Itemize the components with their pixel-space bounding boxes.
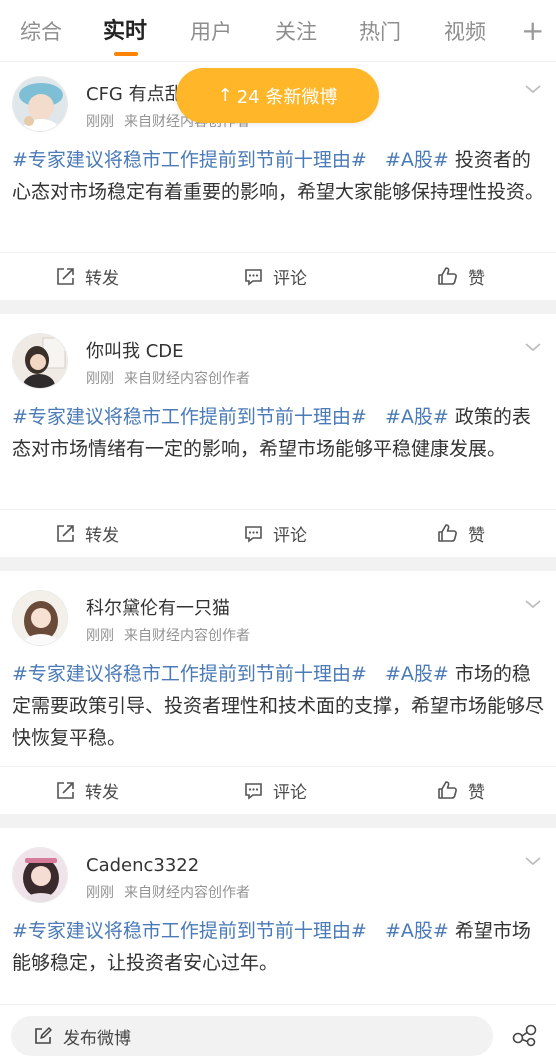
repost-button[interactable]: 转发: [56, 510, 119, 556]
repost-button[interactable]: 转发: [56, 767, 119, 813]
post-actions: 转发 评论 赞: [0, 766, 556, 812]
topic-link[interactable]: #A股#: [385, 406, 449, 428]
post-actions: 转发 评论 赞: [0, 252, 556, 298]
chevron-down-icon[interactable]: [524, 338, 542, 356]
post-time: 刚刚: [86, 885, 114, 901]
tab-hot[interactable]: 热门: [359, 18, 401, 46]
post-content: #专家建议将稳市工作提前到节前十理由# #A股# 投资者的心态对市场稳定有着重要…: [12, 144, 546, 208]
post-source: 来自财经内容创作者: [124, 628, 250, 644]
like-icon: [438, 781, 457, 799]
username[interactable]: Cadenc3322: [86, 854, 199, 878]
post-source: 来自财经内容创作者: [124, 885, 250, 901]
comment-icon: [245, 782, 262, 800]
chevron-down-icon[interactable]: [524, 595, 542, 613]
tab-realtime[interactable]: 实时: [103, 18, 147, 46]
post-time: 刚刚: [86, 371, 114, 387]
avatar[interactable]: [12, 590, 68, 646]
post-source: 来自财经内容创作者: [124, 371, 250, 387]
comment-icon: [245, 268, 262, 286]
topic-link[interactable]: #A股#: [385, 149, 449, 171]
post-time: 刚刚: [86, 628, 114, 644]
topic-link[interactable]: #专家建议将稳市工作提前到节前十理由#: [12, 406, 367, 428]
divider: [0, 557, 556, 571]
topic-link[interactable]: #专家建议将稳市工作提前到节前十理由#: [12, 663, 367, 685]
post-content: #专家建议将稳市工作提前到节前十理由# #A股# 政策的表态对市场情绪有一定的影…: [12, 401, 546, 465]
post-meta: 刚刚 来自财经内容创作者: [86, 627, 250, 645]
username[interactable]: 科尔黛伦有一只猫: [86, 597, 230, 621]
repost-label: 转发: [85, 268, 119, 289]
post-meta: 刚刚 来自财经内容创作者: [86, 370, 250, 388]
post-meta: 刚刚 来自财经内容创作者: [86, 884, 250, 902]
post-time: 刚刚: [86, 114, 114, 130]
username[interactable]: CFG 有点乱: [86, 83, 183, 107]
like-label: 赞: [468, 782, 485, 803]
like-button[interactable]: 赞: [437, 253, 485, 299]
post-content: #专家建议将稳市工作提前到节前十理由# #A股# 希望市场能够稳定，让投资者安心…: [12, 915, 546, 979]
like-button[interactable]: 赞: [437, 510, 485, 556]
new-posts-toast[interactable]: ↑ 24 条新微博: [176, 68, 379, 123]
comment-label: 评论: [273, 525, 307, 546]
tab-following[interactable]: 关注: [275, 18, 317, 46]
topic-link[interactable]: #A股#: [385, 920, 449, 942]
topic-link[interactable]: #A股#: [385, 663, 449, 685]
repost-icon: [57, 781, 74, 799]
divider: [0, 300, 556, 314]
active-tab-indicator: [114, 52, 138, 56]
like-icon: [438, 267, 457, 285]
compose-label: 发布微博: [63, 1028, 131, 1049]
arrow-up-icon: ↑: [217, 85, 233, 106]
comment-icon: [245, 525, 262, 543]
share-icon[interactable]: [512, 1023, 538, 1047]
repost-icon: [57, 524, 74, 542]
repost-label: 转发: [85, 782, 119, 803]
compose-button[interactable]: 发布微博: [11, 1016, 493, 1056]
chevron-down-icon[interactable]: [524, 80, 542, 98]
like-button[interactable]: 赞: [437, 767, 485, 813]
post-content: #专家建议将稳市工作提前到节前十理由# #A股# 市场的稳定需要政策引导、投资者…: [12, 658, 546, 754]
topic-link[interactable]: #专家建议将稳市工作提前到节前十理由#: [12, 920, 367, 942]
comment-button[interactable]: 评论: [244, 510, 307, 556]
bottom-bar: 发布微博: [0, 1004, 556, 1062]
new-posts-text: 24 条新微博: [236, 86, 338, 108]
tab-video[interactable]: 视频: [444, 18, 486, 46]
comment-label: 评论: [273, 782, 307, 803]
top-tab-bar: 综合 实时 用户 关注 热门 视频 +: [0, 0, 556, 62]
like-label: 赞: [468, 525, 485, 546]
avatar[interactable]: [12, 76, 68, 132]
like-icon: [438, 524, 457, 542]
post-card[interactable]: 科尔黛伦有一只猫 刚刚 来自财经内容创作者 #专家建议将稳市工作提前到节前十理由#…: [0, 571, 556, 814]
repost-label: 转发: [85, 525, 119, 546]
post-actions: 转发 评论 赞: [0, 509, 556, 555]
username[interactable]: 你叫我 CDE: [86, 340, 184, 364]
comment-label: 评论: [273, 268, 307, 289]
avatar[interactable]: [12, 847, 68, 903]
chevron-down-icon[interactable]: [524, 852, 542, 870]
comment-button[interactable]: 评论: [244, 767, 307, 813]
repost-icon: [57, 267, 74, 285]
compose-icon: [35, 1027, 52, 1044]
tab-comprehensive[interactable]: 综合: [20, 18, 62, 46]
divider: [0, 814, 556, 828]
topic-link[interactable]: #专家建议将稳市工作提前到节前十理由#: [12, 149, 367, 171]
comment-button[interactable]: 评论: [244, 253, 307, 299]
post-card[interactable]: 你叫我 CDE 刚刚 来自财经内容创作者 #专家建议将稳市工作提前到节前十理由# …: [0, 314, 556, 557]
tab-users[interactable]: 用户: [190, 18, 232, 46]
post-card[interactable]: Cadenc3322 刚刚 来自财经内容创作者 #专家建议将稳市工作提前到节前十理…: [0, 828, 556, 1028]
avatar[interactable]: [12, 333, 68, 389]
post-feed: CFG 有点乱 刚刚 来自财经内容创作者 #专家建议将稳市工作提前到节前十理由# …: [0, 62, 556, 1028]
repost-button[interactable]: 转发: [56, 253, 119, 299]
add-tab-icon[interactable]: +: [521, 16, 544, 46]
like-label: 赞: [468, 268, 485, 289]
